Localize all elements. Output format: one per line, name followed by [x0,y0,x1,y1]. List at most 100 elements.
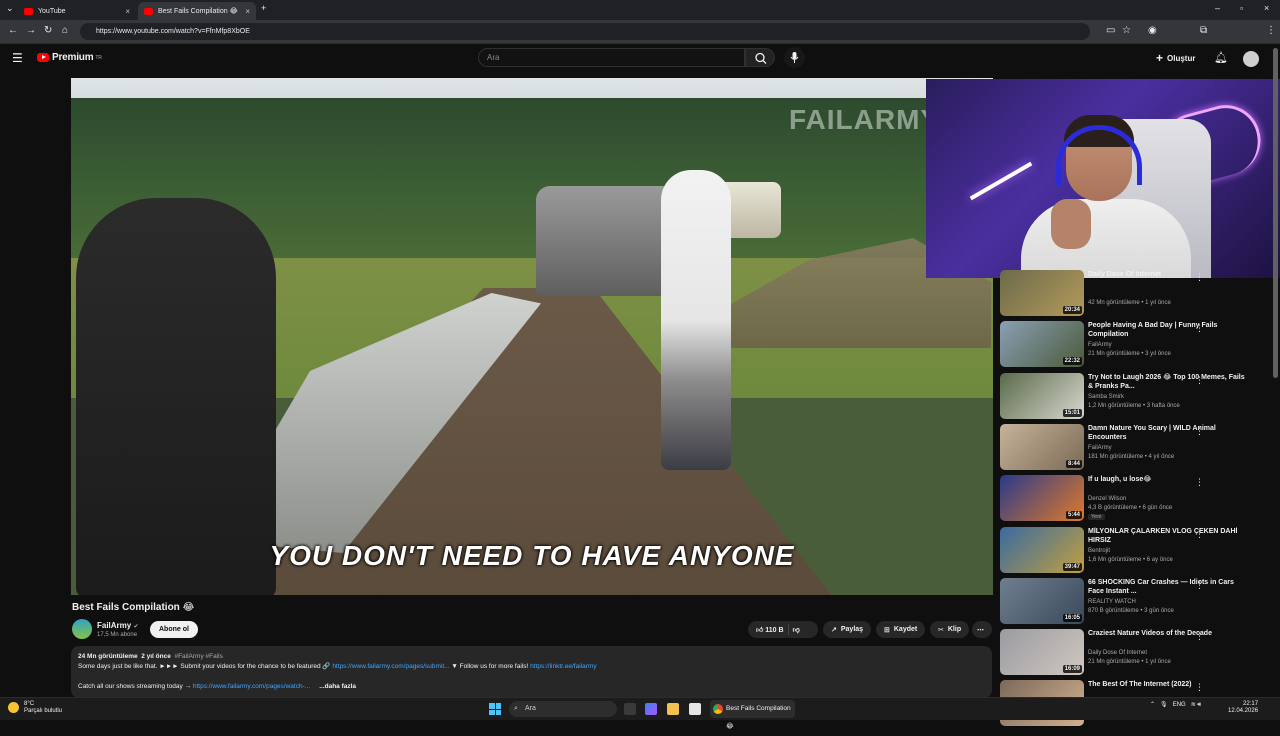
video-thumbnail[interactable]: 39:47 [1000,526,1084,573]
recommendation-title[interactable]: Damn Nature You Scary | WILD Animal Enco… [1088,424,1248,442]
recommendation-item[interactable]: 16:09 Craziest Nature Videos of the Decad… [1000,629,1275,677]
show-more-button[interactable]: ...daha fazla [319,683,356,690]
channel-avatar[interactable] [72,619,92,639]
recommendation-item[interactable]: 15:01 Try Not to Laugh 2026 😂 Top 100 Mem… [1000,372,1275,421]
more-options-icon[interactable]: ⋮ [1195,323,1204,334]
back-icon[interactable]: ← [8,25,18,36]
wifi-icon[interactable]: ≋ [1191,702,1196,708]
recommendation-title[interactable]: People Having A Bad Day | Funny Fails Co… [1088,321,1248,339]
like-button[interactable]: 👍︎ 110 B [756,625,784,634]
recommendation-item[interactable]: 8:44 Damn Nature You Scary | WILD Animal … [1000,423,1275,472]
tab-active-video[interactable]: Best Fails Compilation 😂 × [138,2,256,20]
extensions-puzzle-icon[interactable]: ⧉ [1200,25,1207,36]
more-options-icon[interactable]: ⋮ [1195,682,1204,693]
recommendation-title[interactable]: Craziest Nature Videos of the Decade [1088,629,1248,638]
channel-name[interactable]: FailArmy ✔ [97,621,139,630]
recommendation-channel[interactable]: REALITY WATCH [1088,599,1136,605]
weather-widget[interactable]: 8°C Parçalı bulutlu [8,701,62,715]
recommendation-channel[interactable]: FailArmy [1088,445,1112,451]
video-thumbnail[interactable]: 16:09 [1000,629,1084,676]
video-description[interactable]: 24 Mn görüntüleme 2 yıl önce #FailArmy #… [71,646,992,698]
recommendation-item[interactable]: 22:32 People Having A Bad Day | Funny Fai… [1000,321,1275,369]
close-window-icon[interactable]: × [1264,3,1269,13]
dislike-button[interactable]: 👎︎ [793,625,800,634]
copilot-icon[interactable] [645,703,657,715]
share-button[interactable]: ↗ Paylaş [823,621,872,638]
taskbar-search[interactable]: ⌕ Ara [509,701,617,717]
extension-icon[interactable]: ◉ [1148,25,1157,36]
recommendation-channel[interactable]: Denzel Wilson [1088,496,1126,502]
recommendation-item[interactable]: 39:47 MİLYONLAR ÇALARKEN VLOG ÇEKEN DAHİ … [1000,526,1275,575]
close-tab-icon[interactable]: × [125,7,130,16]
more-options-icon[interactable]: ⋮ [1195,580,1204,591]
account-avatar[interactable] [1243,51,1259,67]
video-thumbnail[interactable]: 22:32 [1000,321,1084,368]
show-hidden-icons-icon[interactable]: ⌃ [1150,702,1155,708]
cast-icon[interactable]: ▭ [1106,25,1115,36]
video-player[interactable]: FAILARMY YOU DON'T NEED TO HAVE ANYONE [71,78,993,595]
clip-button[interactable]: ✂ Klip [930,621,970,638]
more-options-icon[interactable]: ⋮ [1195,631,1204,642]
notification-bell-icon[interactable]: 🔔︎ [1214,51,1228,64]
voice-search-button[interactable] [784,47,805,68]
tab-youtube[interactable]: YouTube × [18,2,136,20]
video-thumbnail[interactable]: 8:44 [1000,423,1084,470]
close-tab-icon[interactable]: × [245,7,250,16]
taskbar-clock[interactable]: 22:17 12.04.2026 [1228,701,1258,715]
home-icon[interactable]: ⌂ [62,25,68,36]
store-icon[interactable] [689,703,701,715]
video-thumbnail[interactable]: 5:44 [1000,475,1084,522]
hashtags[interactable]: #FailArmy #Fails [174,653,222,660]
recommendation-title[interactable]: The Best Of The Internet (2022) [1088,680,1248,689]
url-input[interactable]: https://www.youtube.com/watch?v=FfnMfp8X… [80,23,1090,40]
taskbar-chrome-window[interactable]: Best Fails Compilation 😂 [710,700,795,730]
task-view-icon[interactable] [624,703,636,715]
maximize-icon[interactable]: ▫ [1240,3,1243,13]
volume-icon[interactable]: 🔊︎ [1197,702,1201,708]
linktree-link[interactable]: https://linktr.ee/failarmy [530,663,596,670]
recommendation-item[interactable]: 20:34 Daily Dose Of Internet 42 Mn görüntü… [1000,270,1275,318]
subscribe-button[interactable]: Abone ol [150,621,198,638]
youtube-premium-logo[interactable]: Premium TR [37,52,102,63]
video-duration: 5:44 [1065,511,1082,520]
recommendation-channel[interactable]: FailArmy [1088,342,1112,348]
create-button[interactable]: + Oluştur [1156,51,1195,65]
recommendation-title[interactable]: 66 SHOCKING Car Crashes — Idiots in Cars… [1088,578,1248,596]
more-options-icon[interactable]: ⋮ [1195,272,1204,283]
tab-search-icon[interactable]: ⌄ [6,3,14,14]
recommendation-item[interactable]: 5:44 If u laugh, u lose😂 Denzel Wilson 4,3 … [1000,475,1275,523]
file-explorer-icon[interactable] [667,703,679,715]
submit-link[interactable]: https://www.failarmy.com/pages/submit... [332,663,449,670]
search-input[interactable]: Ara [478,48,745,67]
recommendation-item[interactable]: 16:05 66 SHOCKING Car Crashes — Idiots in… [1000,577,1275,626]
bookmark-star-icon[interactable]: ☆ [1122,25,1131,36]
recommendation-title[interactable]: MİLYONLAR ÇALARKEN VLOG ÇEKEN DAHİ HIRSI… [1088,527,1248,545]
hamburger-menu-icon[interactable]: ☰ [12,51,23,65]
more-options-icon[interactable]: ⋮ [1195,426,1204,437]
more-options-icon[interactable]: ⋮ [1195,477,1204,488]
reload-icon[interactable]: ↻ [44,25,52,36]
recommendation-title[interactable]: If u laugh, u lose😂 [1088,475,1248,484]
chrome-menu-icon[interactable]: ⋮ [1266,25,1276,36]
recommendation-channel[interactable]: Daily Dose Of Internet [1088,650,1147,656]
forward-icon[interactable]: → [26,25,36,36]
recommendation-title[interactable]: Daily Dose Of Internet [1088,270,1248,279]
search-button[interactable] [745,48,775,67]
page-scrollbar[interactable] [1273,48,1278,378]
mic-tray-icon[interactable]: 🎙︎ [1160,702,1168,708]
watch-link[interactable]: https://www.failarmy.com/pages/watch-... [193,683,310,690]
new-tab-icon[interactable]: + [261,3,266,13]
more-options-icon[interactable]: ⋮ [1195,529,1204,540]
recommendation-channel[interactable]: Samba Smirk [1088,394,1124,400]
more-options-icon[interactable]: ⋮ [1195,375,1204,386]
video-thumbnail[interactable]: 16:05 [1000,577,1084,624]
more-actions-button[interactable]: ⋯ [972,621,992,638]
recommendation-channel[interactable]: Bentrojit [1088,548,1110,554]
language-indicator[interactable]: ENG [1173,702,1186,708]
windows-start-button[interactable] [489,703,501,715]
video-thumbnail[interactable]: 15:01 [1000,372,1084,419]
recommendation-title[interactable]: Try Not to Laugh 2026 😂 Top 100 Memes, F… [1088,373,1248,391]
save-button[interactable]: ⊞ Kaydet [876,621,926,638]
video-thumbnail[interactable]: 20:34 [1000,270,1084,316]
minimize-icon[interactable]: – [1215,3,1220,13]
